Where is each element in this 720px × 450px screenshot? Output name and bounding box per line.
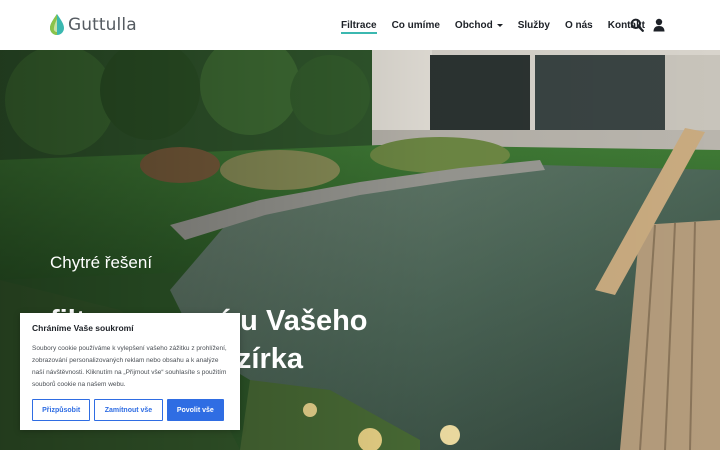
hero-kicker: Chytré řešení	[50, 253, 153, 272]
user-icon[interactable]	[652, 18, 666, 32]
nav-item-co-umime[interactable]: Co umíme	[392, 0, 440, 50]
header-actions	[630, 18, 674, 32]
logo[interactable]: Guttulla	[48, 13, 137, 37]
nav-item-label: Co umíme	[391, 19, 440, 31]
cookie-title: Chráníme Vaše soukromí	[32, 323, 134, 333]
nav-item-filtrace[interactable]: Filtrace	[341, 0, 377, 50]
customize-button[interactable]: Přizpůsobit	[32, 399, 91, 421]
brand-name: Guttulla	[68, 15, 137, 35]
nav-item-o-nas[interactable]: O nás	[565, 0, 593, 50]
nav-item-label: Filtrace	[341, 19, 377, 31]
water-drop-logo-icon	[50, 14, 64, 35]
cookie-button-group: Přizpůsobit Zamítnout vše Povolit vše	[32, 399, 228, 421]
nav-item-label: O nás	[564, 19, 593, 31]
nav-item-sluzby[interactable]: Služby	[518, 0, 550, 50]
reject-all-button[interactable]: Zamítnout vše	[94, 399, 163, 421]
nav-item-label: Obchod	[454, 19, 493, 31]
cookie-consent-banner: Chráníme Vaše soukromí Soubory cookie po…	[20, 313, 240, 430]
cookie-description: Soubory cookie používáme k vylepšení vaš…	[32, 345, 227, 388]
main-nav: Filtrace Co umíme Obchod Služby O nás Ko…	[341, 0, 660, 50]
nav-item-label: Služby	[517, 19, 550, 31]
chevron-down-icon	[496, 23, 503, 27]
site-header: Guttulla Filtrace Co umíme Obchod Služby…	[0, 0, 720, 50]
nav-item-obchod[interactable]: Obchod	[455, 0, 503, 50]
search-icon[interactable]	[630, 18, 644, 32]
accept-all-button[interactable]: Povolit vše	[166, 399, 224, 421]
